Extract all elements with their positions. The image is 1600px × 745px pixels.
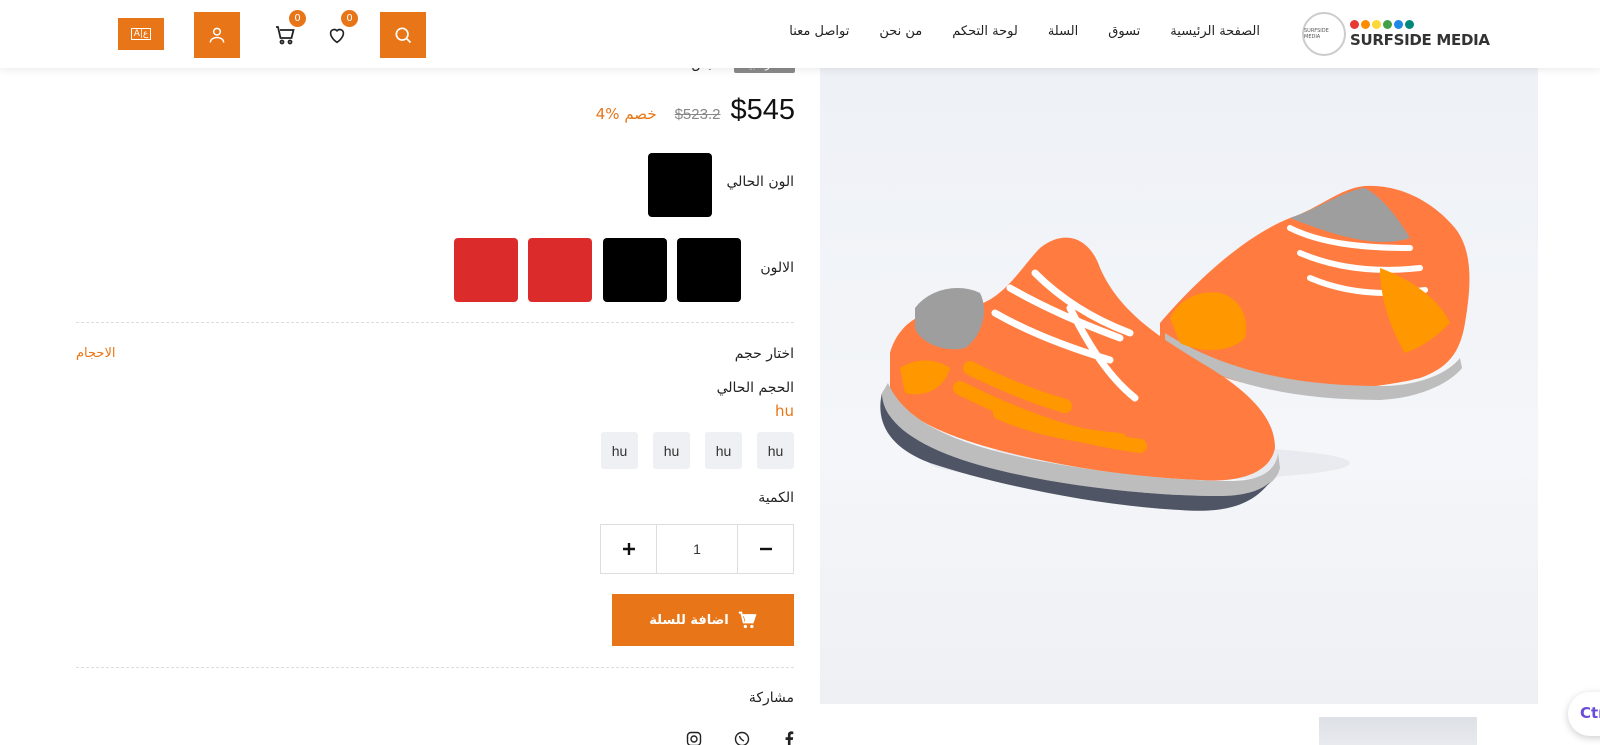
share-label: مشاركة bbox=[748, 690, 794, 706]
cart-button[interactable]: 0 bbox=[268, 10, 306, 52]
search-button[interactable] bbox=[380, 12, 426, 58]
current-price: $545 bbox=[730, 94, 795, 126]
heart-icon bbox=[329, 28, 345, 44]
current-size-value: hu bbox=[774, 402, 794, 420]
price-row: $545 $523.2 4% خصم bbox=[596, 94, 795, 127]
facebook-share-button[interactable] bbox=[780, 730, 798, 745]
product-image[interactable] bbox=[820, 68, 1538, 704]
nav-cart[interactable]: السلة bbox=[1048, 24, 1078, 39]
language-switch-button[interactable]: A|ع bbox=[118, 18, 164, 50]
color-swatch-black-1[interactable] bbox=[677, 238, 741, 302]
logo-badge: SURFSIDE MEDIA bbox=[1302, 12, 1346, 56]
size-option[interactable]: hu bbox=[705, 432, 742, 469]
nav-contact[interactable]: تواصل معنا bbox=[789, 24, 849, 39]
chat-widget-label: Ctrl bbox=[1580, 704, 1600, 722]
quantity-input[interactable]: 1 bbox=[656, 525, 738, 573]
logo-badge-text: SURFSIDE MEDIA bbox=[1304, 28, 1329, 40]
color-swatch-red-2[interactable] bbox=[454, 238, 518, 302]
instagram-icon bbox=[686, 731, 702, 745]
cart-count-badge: 0 bbox=[289, 10, 306, 27]
current-size-label: الحجم الحالي bbox=[716, 380, 794, 396]
whatsapp-share-button[interactable] bbox=[733, 730, 751, 745]
current-color-swatch bbox=[648, 153, 712, 217]
quantity-stepper: 1 bbox=[600, 524, 794, 574]
chat-widget[interactable]: Ctrl bbox=[1568, 692, 1600, 736]
nav-dashboard[interactable]: لوحة التحكم bbox=[952, 24, 1018, 39]
color-swatch-red-1[interactable] bbox=[528, 238, 592, 302]
divider bbox=[76, 322, 794, 323]
site-logo[interactable]: SURFSIDE MEDIA SURFSIDE MEDIA bbox=[1302, 12, 1492, 56]
size-option[interactable]: hu bbox=[601, 432, 638, 469]
add-to-cart-label: اضافة للسلة bbox=[649, 612, 729, 628]
quantity-increase-button[interactable] bbox=[601, 525, 656, 573]
wishlist-count-badge: 0 bbox=[341, 10, 358, 27]
user-icon bbox=[209, 27, 225, 43]
nav-home[interactable]: الصفحة الرئيسية bbox=[1170, 24, 1260, 39]
nav-shop[interactable]: تسوق bbox=[1108, 24, 1140, 39]
colors-label: الالون bbox=[760, 260, 794, 276]
language-icon: A|ع bbox=[130, 28, 152, 40]
product-thumbnail[interactable] bbox=[1319, 717, 1477, 745]
main-nav: الصفحة الرئيسية تسوق السلة لوحة التحكم م… bbox=[789, 24, 1260, 39]
divider bbox=[76, 667, 794, 668]
cart-icon bbox=[738, 611, 757, 629]
instagram-share-button[interactable] bbox=[685, 730, 703, 745]
cart-icon bbox=[276, 26, 295, 45]
whatsapp-icon bbox=[734, 731, 750, 745]
old-price: $523.2 bbox=[674, 106, 721, 123]
wishlist-button[interactable]: 0 bbox=[320, 10, 358, 52]
current-color-label: الون الحالي bbox=[726, 174, 794, 190]
nav-about[interactable]: من نحن bbox=[879, 24, 922, 39]
logo-text: SURFSIDE MEDIA bbox=[1350, 30, 1490, 49]
size-option[interactable]: hu bbox=[653, 432, 690, 469]
logo-wordmark: SURFSIDE MEDIA bbox=[1350, 19, 1490, 49]
search-icon bbox=[395, 27, 412, 44]
sizes-guide-link[interactable]: الاحجام bbox=[76, 346, 115, 361]
quantity-label: الكمية bbox=[758, 490, 794, 506]
size-option[interactable]: hu bbox=[757, 432, 794, 469]
plus-icon bbox=[622, 543, 635, 555]
account-button[interactable] bbox=[194, 12, 240, 58]
facebook-icon bbox=[785, 731, 794, 745]
shoe-illustration bbox=[880, 185, 1470, 511]
color-swatch-black-2[interactable] bbox=[603, 238, 667, 302]
logo-dots bbox=[1350, 19, 1490, 29]
discount-badge: 4% خصم bbox=[595, 105, 657, 123]
minus-icon bbox=[759, 547, 772, 551]
add-to-cart-button[interactable]: اضافة للسلة bbox=[612, 594, 794, 646]
choose-size-label: اختار حجم bbox=[734, 346, 794, 362]
site-header: SURFSIDE MEDIA SURFSIDE MEDIA الصفحة الر… bbox=[0, 0, 1600, 68]
quantity-decrease-button[interactable] bbox=[738, 525, 793, 573]
